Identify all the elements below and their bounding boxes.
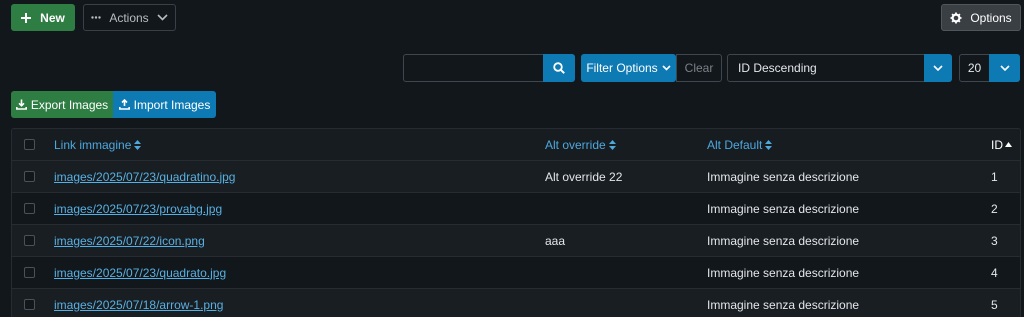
sort-by-id[interactable]: ID — [991, 129, 1012, 160]
sort-by-link[interactable]: Link immagine — [54, 129, 142, 160]
image-link[interactable]: images/2025/07/23/provabg.jpg — [54, 202, 222, 216]
table-row: images/2025/07/22/icon.png aaa Immagine … — [12, 225, 1020, 257]
limit-select[interactable]: 20 — [959, 54, 990, 82]
alt-default-cell: Immagine senza descrizione — [707, 297, 860, 312]
select-all-checkbox[interactable] — [24, 139, 35, 150]
id-cell: 4 — [991, 265, 998, 280]
sort-icon — [765, 139, 773, 150]
id-cell: 5 — [991, 297, 998, 312]
id-cell: 3 — [991, 233, 998, 248]
chevron-down-icon — [999, 65, 1010, 71]
table-row: images/2025/07/23/quadrato.jpg Immagine … — [12, 257, 1020, 289]
options-label: Options — [970, 10, 1012, 25]
image-link[interactable]: images/2025/07/22/icon.png — [54, 234, 205, 248]
sort-ascending-icon — [1005, 142, 1012, 147]
sort-by-alt-override[interactable]: Alt override — [545, 129, 616, 160]
alt-default-cell: Immagine senza descrizione — [707, 201, 860, 216]
limit-select-toggle[interactable] — [989, 54, 1020, 82]
alt-override-header-label: Alt override — [545, 137, 606, 152]
image-link[interactable]: images/2025/07/23/quadratino.jpg — [54, 170, 235, 184]
link-header-label: Link immagine — [54, 137, 132, 152]
table-row: images/2025/07/23/quadratino.jpg Alt ove… — [12, 161, 1020, 193]
id-cell: 1 — [991, 169, 998, 184]
images-table: Link immagine Alt override Alt Default I… — [11, 128, 1021, 317]
search-input[interactable] — [403, 54, 544, 82]
chevron-down-icon — [662, 65, 671, 71]
table-row: images/2025/07/18/arrow-1.png Immagine s… — [12, 289, 1020, 317]
alt-default-header-label: Alt Default — [707, 137, 763, 152]
search-icon — [553, 62, 565, 74]
alt-default-cell: Immagine senza descrizione — [707, 265, 860, 280]
id-header-label: ID — [991, 137, 1003, 152]
actions-label: Actions — [109, 10, 149, 25]
clear-button[interactable]: Clear — [676, 54, 722, 82]
export-images-label: Export Images — [30, 97, 109, 112]
sort-icon — [608, 139, 616, 150]
id-cell: 2 — [991, 201, 998, 216]
chevron-down-icon — [933, 65, 943, 71]
alt-override-cell: aaa — [545, 233, 566, 248]
image-link[interactable]: images/2025/07/23/quadrato.jpg — [54, 266, 226, 280]
import-images-button[interactable]: Import Images — [113, 91, 216, 118]
new-button[interactable]: New — [11, 4, 75, 31]
new-label: New — [40, 10, 65, 25]
filter-options-label: Filter Options — [586, 61, 658, 75]
image-link[interactable]: images/2025/07/18/arrow-1.png — [54, 298, 223, 312]
row-checkbox[interactable] — [24, 171, 35, 182]
alt-default-cell: Immagine senza descrizione — [707, 233, 860, 248]
plus-icon — [21, 12, 32, 23]
download-icon — [15, 99, 27, 110]
upload-icon — [118, 99, 130, 110]
sort-select[interactable]: ID Descending — [727, 54, 925, 82]
sort-by-alt-default[interactable]: Alt Default — [707, 129, 773, 160]
row-checkbox[interactable] — [24, 203, 35, 214]
gear-icon — [950, 12, 962, 24]
search-button[interactable] — [543, 54, 575, 82]
actions-dropdown[interactable]: Actions — [83, 4, 176, 31]
row-checkbox[interactable] — [24, 235, 35, 246]
options-button[interactable]: Options — [941, 4, 1021, 31]
filter-options-button[interactable]: Filter Options — [581, 54, 676, 82]
table-row: images/2025/07/23/provabg.jpg Immagine s… — [12, 193, 1020, 225]
ellipsis-icon — [91, 16, 102, 19]
sort-select-toggle[interactable] — [924, 54, 952, 82]
alt-override-cell: Alt override 22 — [545, 169, 623, 184]
sort-icon — [134, 139, 142, 150]
export-images-button[interactable]: Export Images — [11, 91, 113, 118]
import-images-label: Import Images — [133, 97, 211, 112]
row-checkbox[interactable] — [24, 267, 35, 278]
table-header-row: Link immagine Alt override Alt Default I… — [12, 129, 1020, 161]
alt-default-cell: Immagine senza descrizione — [707, 169, 860, 184]
chevron-down-icon — [157, 14, 168, 21]
row-checkbox[interactable] — [24, 299, 35, 310]
